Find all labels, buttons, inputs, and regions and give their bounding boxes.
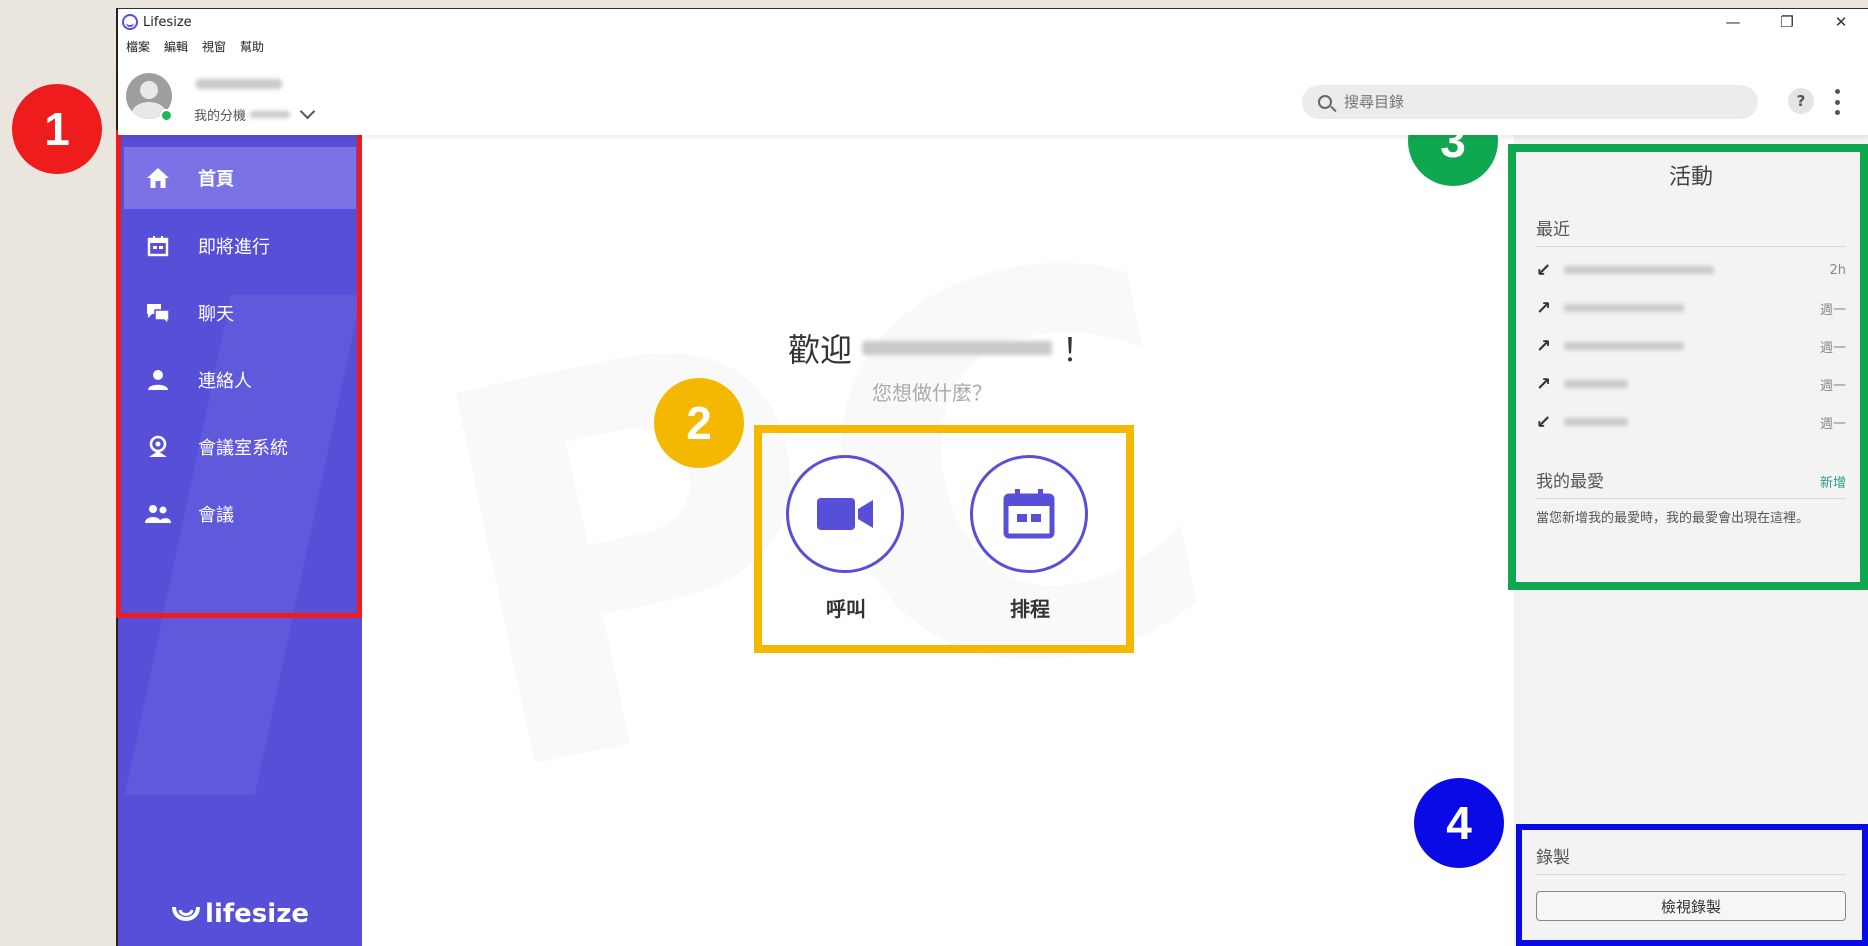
lifesize-brand-logo: lifesize xyxy=(118,899,362,929)
presence-status-icon xyxy=(160,109,173,122)
menu-bar: 檔案 編輯 視窗 幫助 xyxy=(118,35,1868,57)
directory-search[interactable] xyxy=(1302,85,1758,119)
annotation-badge-1: 1 xyxy=(12,84,102,174)
welcome-prefix: 歡迎 xyxy=(788,331,853,369)
user-name-redacted xyxy=(196,79,282,89)
restore-button[interactable]: ❐ xyxy=(1760,9,1814,35)
menu-edit[interactable]: 編輯 xyxy=(164,38,188,55)
window-title: Lifesize xyxy=(143,14,192,30)
menu-help[interactable]: 幫助 xyxy=(240,38,264,55)
menu-window[interactable]: 視窗 xyxy=(202,38,226,55)
window-controls: — ❐ ✕ xyxy=(1706,9,1868,35)
annotation-box-1 xyxy=(116,130,362,618)
app-header: 我的分機 ? xyxy=(118,65,1868,135)
search-input[interactable] xyxy=(1344,93,1724,111)
title-bar: Lifesize — ❐ ✕ xyxy=(118,9,1868,35)
extension-label: 我的分機 xyxy=(194,109,247,124)
welcome-subtitle: 您想做什麼？ xyxy=(872,381,992,405)
close-button[interactable]: ✕ xyxy=(1814,9,1868,35)
annotation-box-3 xyxy=(1508,144,1868,590)
minimize-button[interactable]: — xyxy=(1706,9,1760,35)
extension-selector[interactable]: 我的分機 xyxy=(194,103,316,124)
annotation-box-2 xyxy=(754,425,1134,653)
extension-number-redacted xyxy=(250,111,291,118)
annotation-badge-4: 4 xyxy=(1414,778,1504,868)
menu-file[interactable]: 檔案 xyxy=(126,38,150,55)
lifesize-logo-icon xyxy=(122,14,138,30)
welcome-user-redacted xyxy=(862,341,1053,355)
welcome-suffix: ！ xyxy=(1062,331,1095,369)
brand-text: lifesize xyxy=(205,899,309,929)
annotation-box-4 xyxy=(1516,824,1868,946)
search-icon xyxy=(1318,95,1332,109)
annotation-badge-2: 2 xyxy=(654,378,744,468)
help-button[interactable]: ? xyxy=(1788,88,1814,114)
more-options-icon[interactable] xyxy=(1835,89,1841,115)
welcome-heading: 歡迎 ！ xyxy=(788,325,1094,371)
chevron-down-icon xyxy=(299,103,316,120)
